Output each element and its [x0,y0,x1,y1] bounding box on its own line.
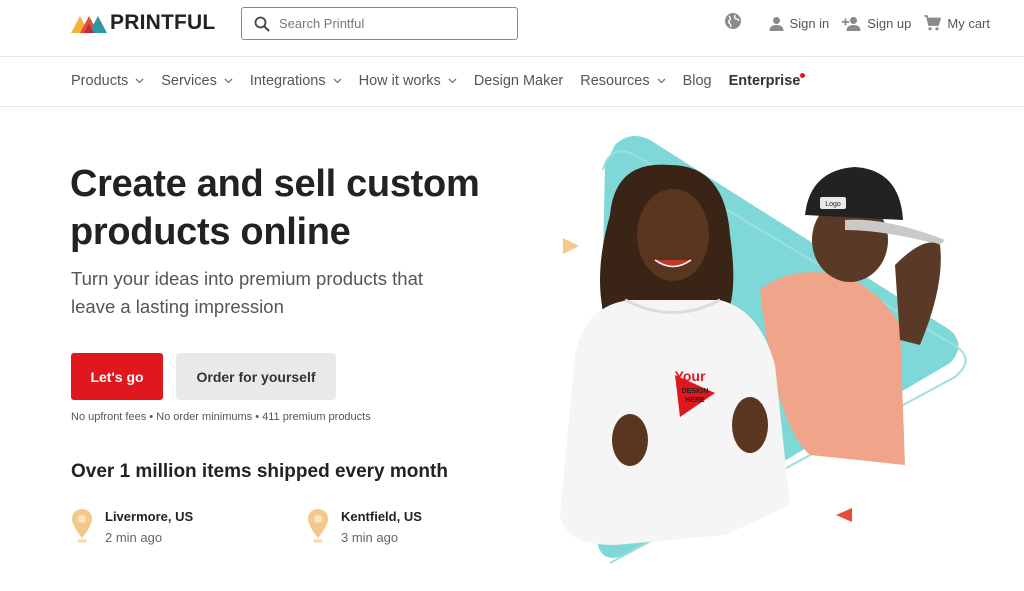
chevron-down-icon [657,78,666,84]
main-nav: Products Services Integrations How it wo… [0,57,1024,107]
top-bar: PRINTFUL Sign in [0,0,1024,57]
nav-item-design-maker[interactable]: Design Maker [474,73,563,89]
nav-label: Design Maker [473,73,564,89]
location-time: 3 min ago [341,530,399,545]
cart-label: My cart [947,15,990,31]
chevron-down-icon [135,78,144,84]
location-pin-icon [308,509,328,543]
chevron-down-icon [448,78,457,84]
cap-logo-text: Logo [825,201,841,208]
shipping-stat-heading: Over 1 million items shipped every month [71,461,448,482]
nav-item-integrations[interactable]: Integrations [250,73,342,89]
search-box[interactable] [241,7,518,40]
nav-item-enterprise[interactable]: Enterprise [728,73,806,89]
recent-order-location: Livermore, US 2 min ago [71,508,193,547]
nav-label: Enterprise [728,73,801,89]
hero-illustration: Logo Your DESIGN HERE [560,136,967,564]
user-icon [769,16,784,31]
nav-label: Integrations [249,73,326,89]
hero-title: Create and sell custom products online [70,163,480,253]
hoodie-print-line1: Your [675,368,706,384]
search-input[interactable] [279,16,499,31]
sign-up-label: Sign up [867,15,912,31]
recent-order-location: Kentfield, US 3 min ago [307,508,422,547]
lets-go-button[interactable]: Let's go [71,353,163,400]
nav-label: How it works [358,73,441,89]
nav-label: Services [161,73,217,89]
sign-in-link[interactable]: Sign in [769,15,830,31]
add-user-icon [842,16,861,31]
cart-link[interactable]: My cart [924,15,990,31]
printful-logo[interactable]: PRINTFUL [71,11,216,34]
chevron-down-icon [224,78,233,84]
decor-triangle-peach [563,238,579,254]
location-city: Livermore, US [105,509,194,524]
sign-in-label: Sign in [789,15,830,31]
hero-subtitle: Turn your ideas into premium products th… [71,268,424,317]
nav-item-products[interactable]: Products [71,73,144,89]
nav-label: Blog [682,73,712,89]
cart-icon [924,15,942,31]
sign-up-link[interactable]: Sign up [842,16,911,31]
nav-label: Products [71,73,129,89]
nav-item-how-it-works[interactable]: How it works [359,73,457,89]
hoodie-print-line3: HERE [685,397,705,404]
chevron-down-icon [333,78,342,84]
location-city: Kentfield, US [341,509,422,524]
fine-print: No upfront fees • No order minimums • 41… [71,411,371,423]
search-icon [254,16,270,31]
nav-item-resources[interactable]: Resources [580,73,666,89]
decor-triangle-red [836,508,852,522]
order-for-yourself-button[interactable]: Order for yourself [176,353,336,400]
logo-mark-icon [71,16,107,33]
nav-item-blog[interactable]: Blog [683,73,712,89]
location-time: 2 min ago [105,530,163,545]
nav-item-services[interactable]: Services [161,73,233,89]
header-actions: Sign in Sign up My cart [724,12,990,35]
language-globe-icon[interactable] [724,12,742,35]
hoodie-print-line2: DESIGN [682,388,709,395]
nav-label: Resources [580,73,650,89]
nav-list: Products Services Integrations How it wo… [71,73,817,89]
brand-name: PRINTFUL [110,11,216,34]
new-indicator-dot [800,73,806,78]
hero-image: Logo Your DESIGN HERE [555,125,985,575]
location-pin-icon [72,509,92,543]
